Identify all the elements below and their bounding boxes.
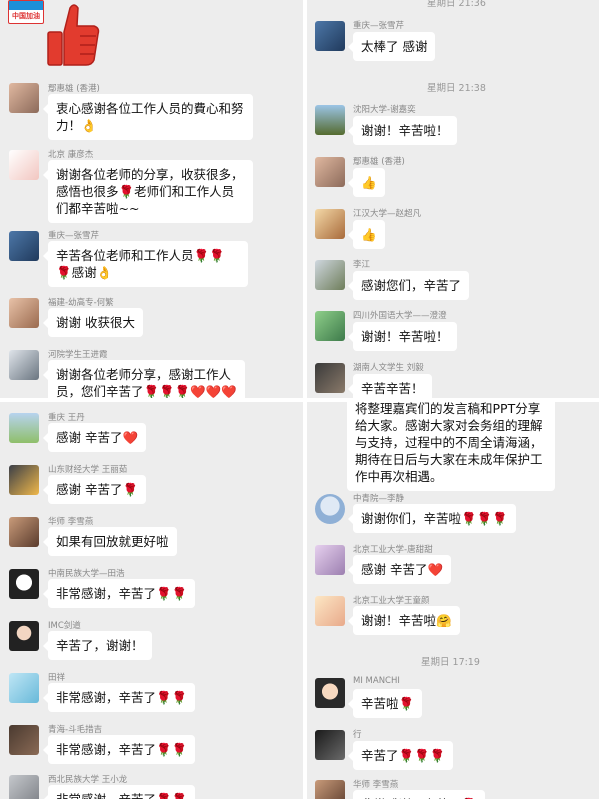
message-bubble[interactable]: 感谢 辛苦了❤️: [42, 423, 147, 452]
message-bubble[interactable]: 谢谢！辛苦啦🤗: [348, 606, 460, 635]
avatar[interactable]: [315, 260, 345, 290]
sender-name: 青海-斗毛措吉: [48, 725, 103, 735]
message-bubble[interactable]: 辛苦了🌹🌹🌹: [347, 741, 454, 770]
message-bubble[interactable]: 辛苦各位老师和工作人员🌹🌹🌹感谢👌: [43, 241, 248, 287]
avatar[interactable]: [9, 621, 39, 651]
sender-name: 河院学生王进霞: [48, 350, 108, 360]
sender-name: 山东财经大学 王丽茹: [48, 465, 128, 475]
message-bubble[interactable]: 辛苦辛苦！: [348, 374, 432, 398]
message-bubble[interactable]: 感谢您们，辛苦了: [347, 271, 470, 300]
message-bubble[interactable]: 非常感谢，辛苦了🌹🌹: [42, 579, 196, 608]
message-bubble[interactable]: 谢谢！辛苦啦！: [348, 322, 457, 351]
sender-name: IMC剑道: [48, 621, 81, 631]
sender-name: 四川外国语大学——澄澄: [353, 311, 447, 321]
sender-name: 北京 康彦杰: [48, 150, 94, 160]
sender-name: 北京工业大学-唐甜甜: [353, 545, 433, 555]
message-bubble[interactable]: 辛苦啦🌹: [347, 689, 423, 718]
avatar[interactable]: [9, 465, 39, 495]
chat-screenshot-top-left: 中国加油 鄢惠雄 (香港) 衷心感谢各位工作人员的費心和努力！👌 北京 康彦杰 …: [0, 0, 303, 398]
message-bubble[interactable]: 衷心感谢各位工作人员的費心和努力！👌: [43, 94, 253, 140]
sender-name: 湖南人文学生 刘毅: [353, 363, 424, 373]
sender-name: 北京工业大学王童颜: [353, 596, 430, 606]
message-bubble[interactable]: 如果有回放就更好啦: [43, 527, 177, 556]
sender-name: 李江: [353, 260, 371, 270]
avatar[interactable]: [315, 678, 345, 708]
sender-name: MI MANCHI: [353, 676, 400, 686]
message-bubble[interactable]: 非常感谢，辛苦了🌹: [353, 790, 485, 799]
avatar[interactable]: [9, 569, 39, 599]
message-bubble[interactable]: 辛苦了，谢谢！: [43, 631, 152, 660]
sender-name: 鄢惠雄 (香港): [48, 84, 100, 94]
sender-name: 中南民族大学—田浩: [48, 569, 125, 579]
chat-screenshot-top-right: 星期日 21:36 重庆—张雪芹 太棒了 感谢 星期日 21:38 沈阳大学-谢…: [307, 0, 599, 398]
avatar[interactable]: [315, 596, 345, 626]
avatar[interactable]: [315, 363, 345, 393]
thumbs-up-sticker-icon[interactable]: [42, 2, 102, 68]
sender-name: 行: [353, 730, 362, 740]
message-bubble[interactable]: 谢谢 收获很大: [43, 308, 143, 337]
message-bubble[interactable]: 太棒了 感谢: [347, 32, 436, 61]
avatar[interactable]: [9, 725, 39, 755]
avatar[interactable]: [315, 21, 345, 51]
message-bubble[interactable]: 谢谢你们，辛苦啦🌹🌹🌹: [348, 504, 516, 533]
avatar[interactable]: [315, 494, 345, 524]
sender-name: 重庆 王丹: [48, 413, 85, 423]
china-jiayou-badge: 中国加油: [8, 0, 44, 24]
sender-name: 鄢惠雄 (香港): [353, 157, 405, 167]
avatar[interactable]: [315, 209, 345, 239]
sender-name: 沈阳大学-谢嘉奕: [353, 105, 416, 115]
message-bubble[interactable]: 👍: [348, 168, 385, 197]
sender-name: 福建-幼高专-何繁: [48, 298, 114, 308]
avatar[interactable]: [315, 545, 345, 575]
avatar[interactable]: [9, 298, 39, 328]
message-bubble[interactable]: 谢谢各位老师分享，感谢工作人员，您们辛苦了🌹🌹🌹❤️❤️❤️: [43, 360, 245, 398]
message-bubble[interactable]: 感谢 辛苦了❤️: [347, 555, 452, 584]
sender-name: 华师 李雪燕: [48, 517, 94, 527]
announcement-bubble[interactable]: 将整理嘉宾们的发言稿和PPT分享给大家。感谢大家对会务组的理解与支持，过程中的不…: [347, 402, 555, 491]
avatar[interactable]: [315, 105, 345, 135]
avatar[interactable]: [315, 311, 345, 341]
message-bubble[interactable]: 谢谢各位老师的分享，收获很多，感悟也很多🌹老师们和工作人员们都辛苦啦~~: [43, 160, 253, 223]
sender-name: 华师 李雪燕: [353, 780, 399, 790]
avatar[interactable]: [9, 517, 39, 547]
badge-text: 中国加油: [12, 12, 40, 20]
avatar[interactable]: [315, 157, 345, 187]
timestamp: 星期日 21:38: [427, 83, 486, 94]
avatar[interactable]: [9, 231, 39, 261]
avatar[interactable]: [9, 673, 39, 703]
sender-name: 重庆—张雪芹: [48, 231, 100, 241]
chat-screenshot-bottom-left: 重庆 王丹 感谢 辛苦了❤️ 山东财经大学 王丽茹 感谢 辛苦了🌹 华师 李雪燕…: [0, 402, 303, 799]
message-bubble[interactable]: 感谢 辛苦了🌹: [42, 475, 147, 504]
avatar[interactable]: [9, 150, 39, 180]
sender-name: 田祥: [48, 673, 66, 683]
timestamp: 星期日 17:19: [421, 657, 480, 668]
timestamp: 星期日 21:36: [427, 0, 486, 9]
sender-name: 西北民族大学 王小龙: [48, 775, 128, 785]
message-bubble[interactable]: 谢谢！辛苦啦！: [348, 116, 457, 145]
message-bubble[interactable]: 非常感谢，辛苦了🌹🌹: [42, 735, 196, 764]
avatar[interactable]: [9, 775, 39, 799]
sender-name: 江汉大学—赵超凡: [353, 209, 422, 219]
message-bubble[interactable]: 非常感谢，辛苦了🌹🌹: [42, 683, 196, 712]
message-bubble[interactable]: 👍: [348, 220, 385, 249]
sender-name: 重庆—张雪芹: [353, 21, 405, 31]
sender-name: 中青院—李静: [353, 494, 405, 504]
avatar[interactable]: [9, 83, 39, 113]
chat-screenshot-bottom-right: 将整理嘉宾们的发言稿和PPT分享给大家。感谢大家对会务组的理解与支持，过程中的不…: [307, 402, 599, 799]
avatar[interactable]: [315, 730, 345, 760]
message-bubble[interactable]: 非常感谢，辛苦了🌹🌹: [42, 785, 196, 799]
avatar[interactable]: [9, 413, 39, 443]
avatar[interactable]: [9, 350, 39, 380]
avatar[interactable]: [315, 780, 345, 799]
